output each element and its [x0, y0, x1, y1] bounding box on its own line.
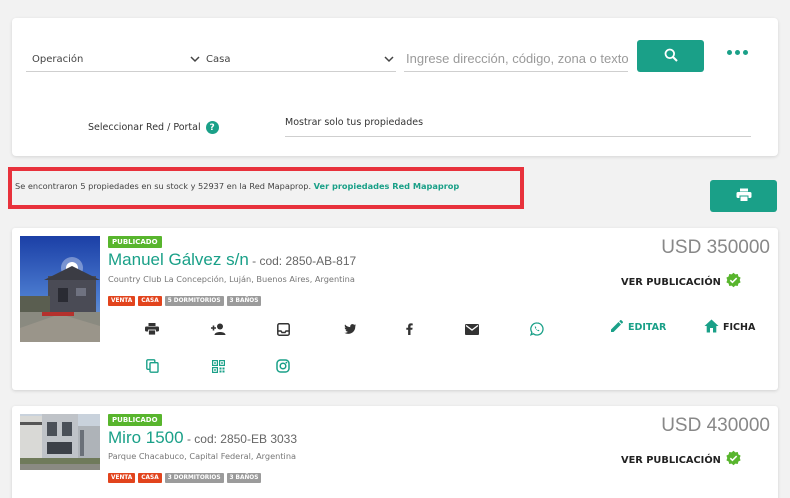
pencil-icon [610, 319, 624, 336]
bedrooms-tag: 3 DORMITORIOS [164, 473, 224, 483]
property-tags: VENTA CASA 3 DORMITORIOS 3 BAÑOS [108, 473, 262, 483]
whatsapp-icon[interactable] [529, 321, 545, 337]
property-photo[interactable] [20, 414, 100, 470]
print-icon[interactable] [144, 321, 160, 337]
bedrooms-tag: 5 DORMITORIOS [164, 296, 224, 306]
chevron-down-icon [382, 53, 396, 67]
property-price: USD 430000 [661, 415, 770, 436]
search-panel: Operación Casa Seleccionar Red / Portal … [12, 18, 778, 156]
property-title-row: Miro 1500 - cod: 2850-EB 3033 [108, 428, 297, 448]
type-tag: CASA [138, 296, 162, 306]
facebook-icon[interactable] [401, 321, 417, 337]
property-code: - cod: 2850-AB-817 [248, 254, 357, 268]
search-icon [664, 47, 678, 66]
operation-tag: VENTA [108, 296, 136, 306]
print-list-button[interactable] [710, 180, 777, 212]
verified-icon [725, 450, 742, 470]
operation-select-label: Operación [32, 54, 84, 65]
email-icon[interactable] [464, 321, 480, 337]
own-properties-filter[interactable]: Mostrar solo tus propiedades [285, 117, 751, 137]
help-icon[interactable]: ? [205, 121, 219, 134]
status-badge: PUBLICADO [108, 414, 162, 426]
add-contact-icon[interactable] [210, 321, 226, 337]
verified-icon [725, 272, 742, 292]
property-sheet-label: FICHA [723, 322, 756, 333]
qr-code-icon[interactable] [210, 358, 226, 374]
bathrooms-tag: 3 BAÑOS [226, 296, 262, 306]
results-summary-text: Se encontraron 5 propiedades en su stock… [15, 181, 312, 191]
more-options-icon[interactable] [727, 50, 748, 55]
network-properties-link[interactable]: Ver propiedades Red Mapaprop [314, 181, 460, 191]
printer-icon [736, 187, 752, 206]
property-tags: VENTA CASA 5 DORMITORIOS 3 BAÑOS [108, 296, 262, 306]
property-address: Parque Chacabuco, Capital Federal, Argen… [108, 451, 297, 461]
view-publication-link[interactable]: VER PUBLICACIÓN [621, 450, 742, 470]
network-portal-label: Seleccionar Red / Portal [88, 122, 201, 133]
edit-button[interactable]: EDITAR [610, 319, 666, 336]
view-publication-label: VER PUBLICACIÓN [621, 454, 721, 466]
edit-label: EDITAR [628, 322, 667, 333]
operation-tag: VENTA [108, 473, 136, 483]
results-summary: Se encontraron 5 propiedades en su stock… [15, 181, 459, 191]
property-card: PUBLICADO Miro 1500 - cod: 2850-EB 3033 … [12, 406, 778, 498]
operation-select[interactable]: Operación [26, 48, 202, 72]
property-type-select-label: Casa [206, 54, 231, 65]
view-publication-label: VER PUBLICACIÓN [621, 276, 721, 288]
twitter-icon[interactable] [342, 321, 358, 337]
home-icon [704, 319, 719, 336]
property-photo[interactable] [20, 236, 100, 342]
property-title-row: Manuel Gálvez s/n - cod: 2850-AB-817 [108, 250, 356, 270]
inbox-icon[interactable] [275, 321, 291, 337]
network-portal-selector[interactable]: Seleccionar Red / Portal ? [88, 121, 219, 134]
property-title[interactable]: Manuel Gálvez s/n [108, 250, 249, 269]
status-badge: PUBLICADO [108, 236, 162, 248]
bathrooms-tag: 3 BAÑOS [226, 473, 262, 483]
copy-icon[interactable] [144, 358, 160, 374]
instagram-icon[interactable] [275, 358, 291, 374]
property-address: Country Club La Concepción, Luján, Bueno… [108, 274, 355, 284]
results-summary-highlight: Se encontraron 5 propiedades en su stock… [8, 167, 524, 209]
property-code: - cod: 2850-EB 3033 [183, 432, 298, 446]
property-title[interactable]: Miro 1500 [108, 428, 184, 447]
property-type-select[interactable]: Casa [200, 48, 396, 72]
property-price: USD 350000 [661, 237, 770, 258]
search-input[interactable] [404, 46, 628, 72]
view-publication-link[interactable]: VER PUBLICACIÓN [621, 272, 742, 292]
property-sheet-button[interactable]: FICHA [704, 319, 755, 336]
search-button[interactable] [637, 40, 704, 72]
type-tag: CASA [138, 473, 162, 483]
property-card: PUBLICADO Manuel Gálvez s/n - cod: 2850-… [12, 228, 778, 390]
